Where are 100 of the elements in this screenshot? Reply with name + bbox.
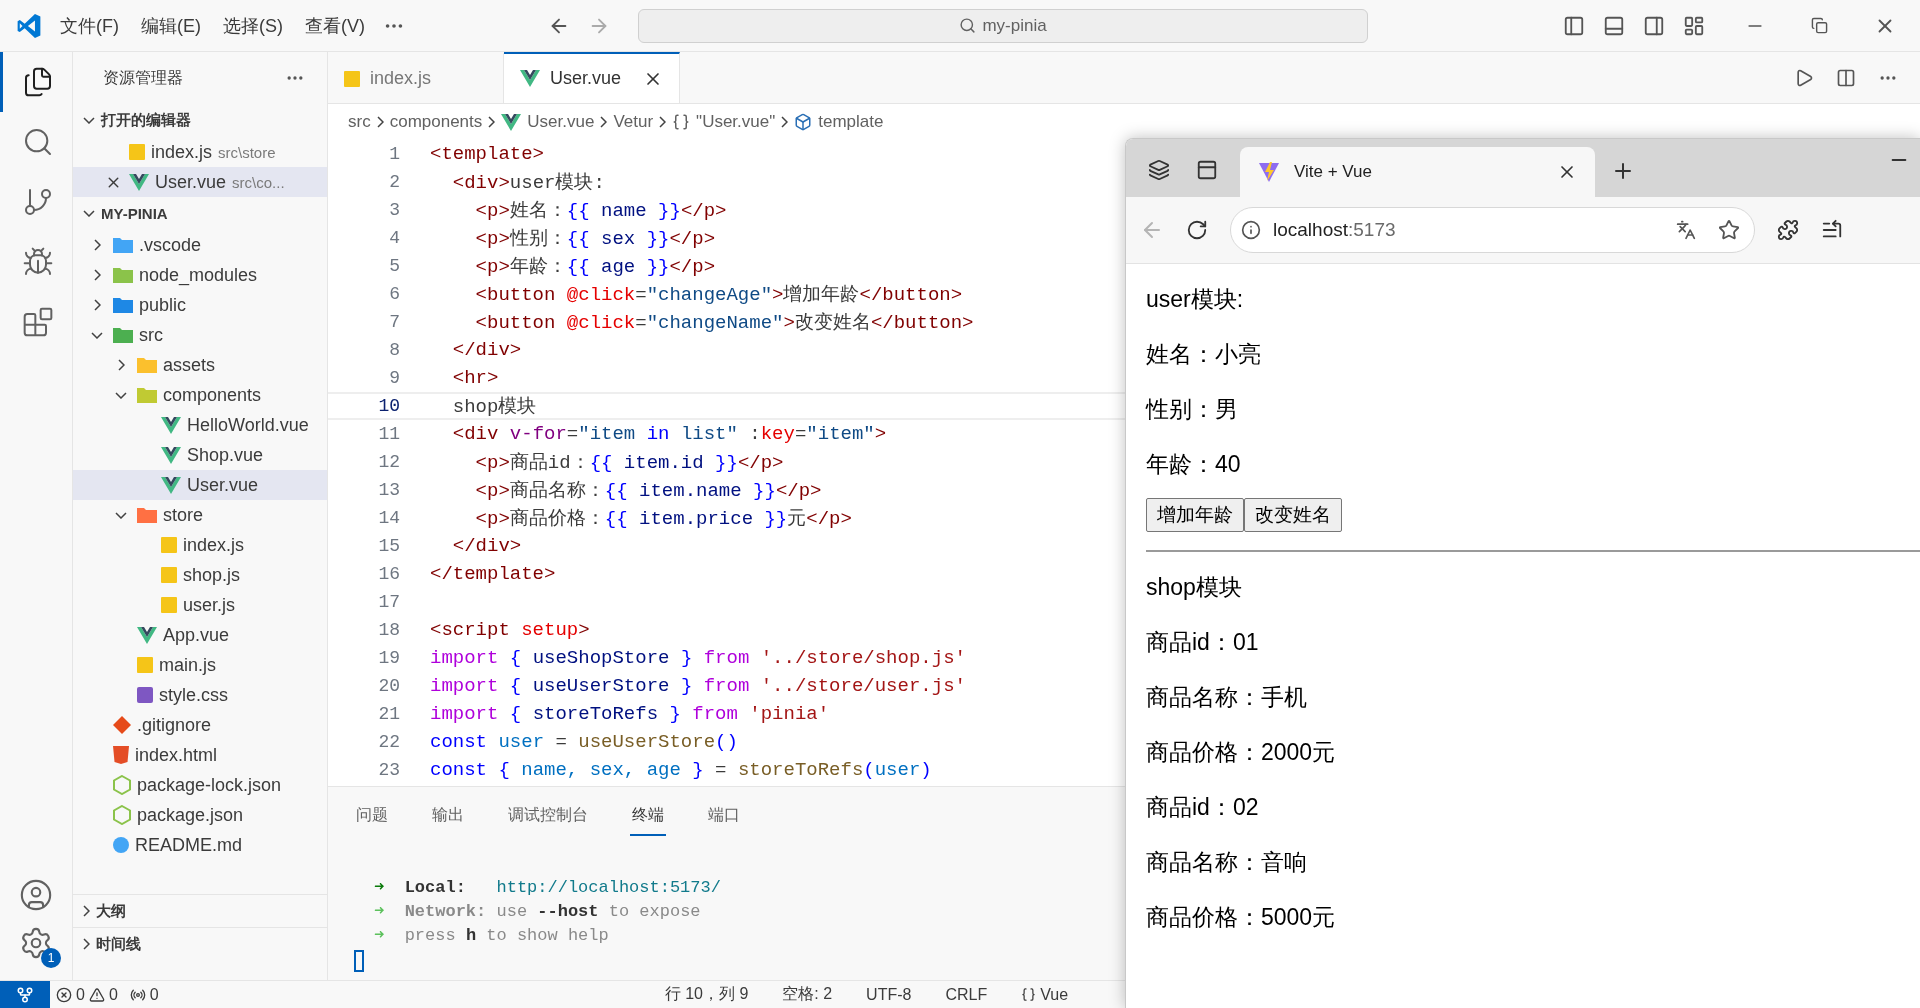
tab-actions-icon[interactable]: [1196, 159, 1218, 181]
breadcrumb-item[interactable]: template: [818, 112, 884, 132]
indentation[interactable]: 空格: 2: [776, 984, 839, 1005]
cursor-position[interactable]: 行 10，列 9: [658, 984, 755, 1005]
file-item[interactable]: README.md: [73, 830, 327, 860]
menu-item[interactable]: 查看(V): [301, 9, 369, 42]
breadcrumb-item[interactable]: User.vue: [527, 112, 595, 132]
breadcrumb-item[interactable]: Vetur: [613, 112, 654, 132]
file-item[interactable]: package-lock.json: [73, 770, 327, 800]
language-mode[interactable]: Vue: [1015, 985, 1075, 1004]
panel-tab[interactable]: 问题: [354, 799, 390, 836]
line-ending[interactable]: CRLF: [939, 985, 994, 1004]
script-file-icon: [129, 144, 145, 160]
restore-icon[interactable]: [1811, 17, 1828, 34]
command-search-field[interactable]: my-pinia: [638, 8, 1368, 43]
settings-icon[interactable]: [19, 926, 53, 960]
page-button[interactable]: 改变姓名: [1244, 498, 1342, 532]
line-number: 20: [377, 676, 400, 696]
page-text: 年龄：40: [1146, 450, 1241, 479]
breadcrumb-item[interactable]: src: [348, 112, 371, 132]
file-item[interactable]: .gitignore: [73, 710, 327, 740]
file-item[interactable]: user.js: [73, 590, 327, 620]
chevron-right-icon: [781, 116, 789, 128]
page-button[interactable]: 增加年龄: [1146, 498, 1244, 532]
remote-button[interactable]: [0, 981, 50, 1008]
search-icon: [959, 17, 977, 34]
panel-tab[interactable]: 调试控制台: [506, 799, 590, 836]
file-item[interactable]: Shop.vue: [73, 440, 327, 470]
file-item[interactable]: package.json: [73, 800, 327, 830]
folder-item[interactable]: store: [73, 500, 327, 530]
breadcrumb-item[interactable]: "User.vue": [696, 112, 776, 132]
chevron-down-icon: [83, 210, 95, 217]
page-text: shop模块: [1146, 573, 1242, 602]
line-number: 11: [377, 424, 400, 444]
panel-tab[interactable]: 输出: [430, 799, 466, 836]
open-editor-item[interactable]: User.vue src\co...: [73, 167, 327, 197]
folder-item[interactable]: node_modules: [73, 260, 327, 290]
line-number: 22: [377, 732, 400, 752]
page-text: 商品价格：5000元: [1146, 903, 1336, 932]
code-line: const { name, sex, age } = storeToRefs(user): [430, 759, 932, 781]
code-line: <p>性别：{{ sex }}</p>: [474, 227, 716, 251]
secondary-sidebar-icon[interactable]: [1643, 14, 1665, 37]
line-number: 10: [377, 396, 400, 416]
file-item[interactable]: shop.js: [73, 560, 327, 590]
folder-item[interactable]: public: [73, 290, 327, 320]
menu-item[interactable]: 文件(F): [56, 9, 123, 42]
code-line: </div>: [451, 535, 522, 557]
folder-item[interactable]: assets: [73, 350, 327, 380]
menu-item[interactable]: 编辑(E): [137, 9, 205, 42]
run-icon[interactable]: [1794, 67, 1814, 88]
encoding[interactable]: UTF-8: [860, 985, 918, 1004]
section-header[interactable]: MY-PINIA: [73, 197, 327, 230]
chevron-right-icon: [93, 299, 101, 311]
section-header[interactable]: 打开的编辑器: [73, 104, 327, 137]
file-item[interactable]: main.js: [73, 650, 327, 680]
chevron-right-icon: [93, 269, 101, 281]
panel-tab[interactable]: 端口: [706, 799, 742, 836]
menu-item[interactable]: 选择(S): [219, 9, 287, 42]
editor-tab[interactable]: User.vue: [504, 52, 680, 103]
info-icon[interactable]: [1241, 220, 1261, 240]
split-editor-icon[interactable]: [1836, 67, 1856, 88]
app-logo-icon[interactable]: [16, 12, 42, 39]
file-item[interactable]: style.css: [73, 680, 327, 710]
reload-icon[interactable]: [1186, 219, 1208, 241]
line-number: 7: [388, 312, 400, 332]
panel-tab[interactable]: 终端: [630, 799, 666, 836]
read-aloud-icon[interactable]: [1676, 220, 1696, 240]
code-line: <hr>: [451, 367, 499, 389]
file-item[interactable]: HelloWorld.vue: [73, 410, 327, 440]
line-number: 21: [377, 704, 400, 724]
browser-tab[interactable]: Vite + Vue: [1240, 147, 1595, 197]
chevron-right-icon: [93, 239, 101, 251]
breadcrumb-item[interactable]: components: [389, 112, 483, 132]
folder-item[interactable]: components: [73, 380, 327, 410]
ports-button[interactable]: 0: [123, 985, 165, 1004]
file-item[interactable]: index.js: [73, 530, 327, 560]
workspaces-icon[interactable]: [1148, 159, 1170, 181]
sidebar-toggle-icon[interactable]: [1563, 14, 1585, 37]
folder-item[interactable]: .vscode: [73, 230, 327, 260]
extensions-icon[interactable]: [1777, 219, 1799, 241]
hexagon-icon: [113, 805, 131, 825]
section-header[interactable]: 时间线: [73, 927, 327, 960]
chevron-right-icon: [600, 116, 608, 128]
account-icon[interactable]: [19, 878, 53, 912]
v-logo-icon: [161, 476, 181, 494]
address-bar[interactable]: localhost:5173: [1230, 207, 1755, 253]
problems-button[interactable]: 0 0: [50, 985, 124, 1004]
file-item[interactable]: App.vue: [73, 620, 327, 650]
file-item[interactable]: User.vue: [73, 470, 327, 500]
code-line: <p>商品id：{{ item.id }}</p>: [474, 451, 784, 475]
section-header[interactable]: 大纲: [73, 894, 327, 927]
folder-item[interactable]: src: [73, 320, 327, 350]
layout-icon[interactable]: [1683, 14, 1705, 37]
page-text: 姓名：小亮: [1146, 340, 1261, 369]
star-icon[interactable]: [1718, 219, 1740, 241]
line-number: 18: [377, 620, 400, 640]
panel-toggle-icon[interactable]: [1603, 14, 1625, 37]
code-line: <p>商品名称：{{ item.name }}</p>: [474, 479, 822, 503]
file-item[interactable]: index.html: [73, 740, 327, 770]
open-editor-item[interactable]: index.js src\store: [73, 137, 327, 167]
